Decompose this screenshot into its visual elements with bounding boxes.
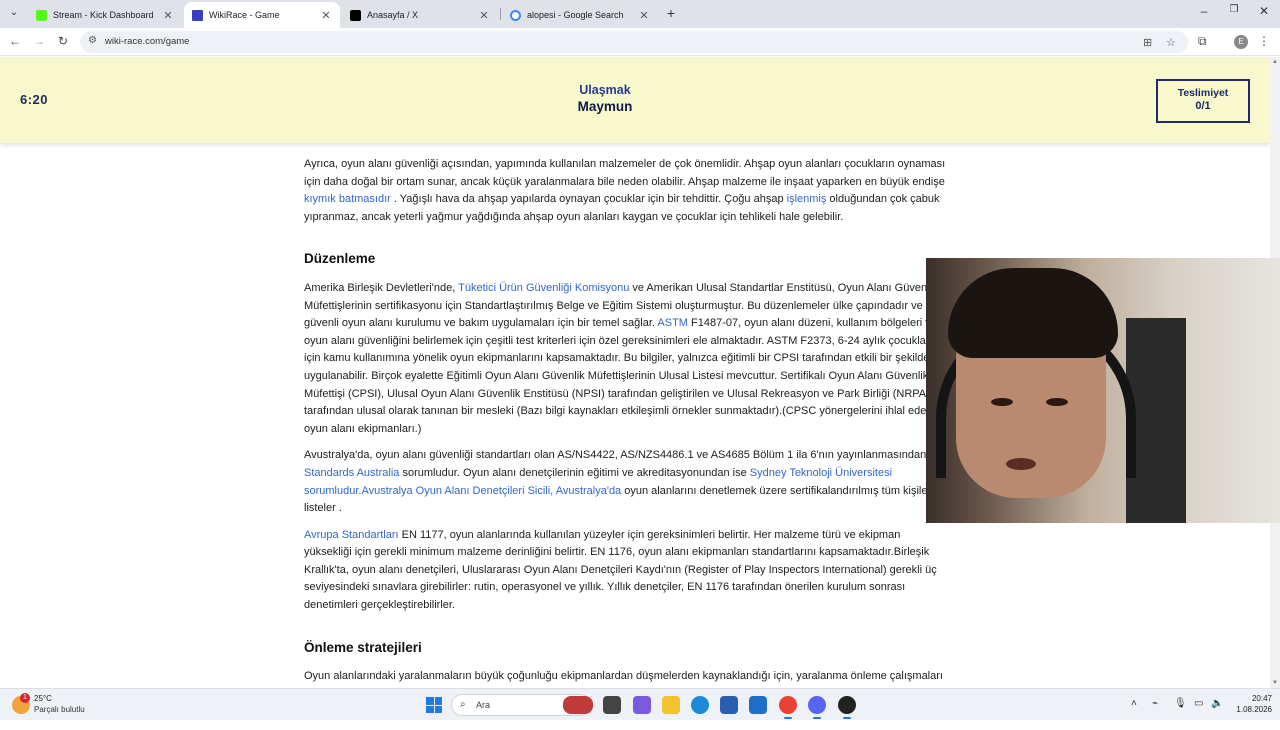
target-label: Ulaşmak (579, 83, 631, 97)
webcam-hair (948, 268, 1118, 358)
clock-time[interactable]: 20:47 (1240, 694, 1272, 703)
back-arrow-icon[interactable]: ← (7, 34, 23, 48)
surrender-count: 0/1 (1195, 100, 1211, 112)
obs-icon[interactable] (838, 696, 856, 719)
text: F1487-07, oyun alanı düzeni, kullanım bö… (304, 317, 937, 435)
game-timer: 6:20 (20, 92, 49, 107)
tab-title: alopesi - Google Search (527, 10, 624, 20)
x-icon (350, 9, 361, 21)
chrome-icon[interactable] (779, 696, 797, 719)
browser-toolbar: ← → ↻ ⚙ wiki-race.com/game ⊞ ☆ (0, 28, 1280, 56)
start-windows-icon[interactable] (426, 697, 442, 713)
paragraph-europe: Avrupa Standartları EN 1177, oyun alanla… (304, 527, 946, 615)
edge-icon[interactable] (691, 696, 709, 714)
copilot-icon[interactable] (633, 696, 651, 714)
target-article: Maymun (577, 99, 633, 114)
weather-description[interactable]: Parçalı bulutlu (34, 705, 85, 714)
link-cpsc[interactable]: Tüketici Ürün Güvenliği Komisyonu (458, 282, 629, 294)
restore-icon[interactable]: ❐ (1224, 4, 1244, 15)
text: . Yağışlı hava da ahşap yapılarda oynaya… (390, 193, 787, 206)
tab-google-search[interactable]: alopesi - Google Search ✕ (502, 2, 658, 28)
notification-badge: 1 (20, 693, 30, 703)
google-icon (510, 9, 521, 21)
close-icon[interactable]: ✕ (638, 9, 650, 22)
close-icon[interactable]: ✕ (320, 9, 332, 22)
task-view-icon[interactable] (603, 696, 621, 714)
tab-x-home[interactable]: Anasayfa / X ✕ (342, 2, 498, 28)
tab-title: WikiRace - Game (209, 10, 280, 20)
outlook-icon[interactable] (749, 696, 767, 714)
close-icon[interactable]: ✕ (162, 9, 174, 22)
clock-date[interactable]: 1.08.2026 (1226, 705, 1272, 714)
profile-avatar[interactable]: E (1234, 35, 1248, 49)
search-icon: ⌕ (460, 699, 466, 710)
kick-icon (36, 9, 47, 21)
address-bar[interactable]: ⚙ wiki-race.com/game ⊞ ☆ (80, 31, 1188, 53)
text: Ayrıca, oyun alanı güvenliği açısından, … (304, 158, 946, 188)
taskbar: 1 25°C Parçalı bulutlu ⌕ Ara ˄ ⌁ 🎙 ▭ 🔈 2… (0, 688, 1280, 720)
section-heading-regulation: Düzenleme (304, 251, 376, 267)
section-heading-prevention: Önleme stratejileri (304, 639, 422, 655)
window-close-icon[interactable]: ✕ (1254, 4, 1274, 18)
network-icon[interactable]: ⌁ (1152, 698, 1158, 709)
bookmark-star-icon[interactable]: ☆ (1166, 36, 1176, 49)
surrender-button[interactable]: Teslimiyet 0/1 (1156, 79, 1250, 123)
target-box: Ulaşmak Maymun (505, 83, 705, 114)
webcam-eye (1046, 398, 1068, 406)
webcam-mouth (1006, 458, 1036, 470)
text: EN 1177, oyun alanlarında kullanılan yüz… (304, 528, 937, 612)
text: sorumludur. Oyun alanı denetçilerinin eğ… (399, 466, 750, 479)
paragraph-materials: Ayrıca, oyun alanı güvenliği açısından, … (304, 156, 946, 226)
tab-title: Stream - Kick Dashboard (53, 10, 154, 20)
tab-title: Anasayfa / X (367, 10, 419, 20)
paragraph-usa: Amerika Birleşik Devletleri'nde, Tüketic… (304, 280, 946, 438)
scroll-down-icon[interactable]: ▼ (1272, 680, 1278, 686)
extensions-puzzle-icon[interactable]: ⧉ (1198, 34, 1207, 49)
browser-tab-strip: ⌄ Stream - Kick Dashboard ✕ WikiRace - G… (0, 0, 1280, 28)
webcam-overlay (926, 258, 1280, 523)
store-icon[interactable] (720, 696, 738, 714)
forward-arrow-icon[interactable]: → (31, 34, 47, 48)
tab-search-chevron-icon[interactable]: ⌄ (6, 5, 22, 21)
translate-icon[interactable]: ⊞ (1143, 36, 1152, 49)
scroll-up-icon[interactable]: ▲ (1272, 59, 1278, 65)
search-highlight-icon[interactable] (563, 696, 593, 714)
tab-divider (500, 8, 501, 20)
webcam-eye (991, 398, 1013, 406)
browser-menu-icon[interactable]: ⋮ (1258, 34, 1270, 48)
minimize-icon[interactable]: – (1194, 4, 1214, 18)
reload-icon[interactable]: ↻ (55, 34, 71, 48)
tab-kick-dashboard[interactable]: Stream - Kick Dashboard ✕ (28, 2, 182, 28)
site-info-icon[interactable]: ⚙ (88, 35, 97, 46)
microphone-icon[interactable]: 🎙 (1174, 698, 1187, 709)
file-explorer-icon[interactable] (662, 696, 680, 714)
text: Avustralya'da, oyun alanı güvenliği stan… (304, 449, 927, 462)
surrender-label: Teslimiyet (1177, 87, 1229, 99)
paragraph-australia: Avustralya'da, oyun alanı güvenliği stan… (304, 447, 946, 517)
link-islenmis[interactable]: işlenmiş (787, 193, 827, 205)
weather-temperature[interactable]: 25°C (34, 694, 52, 703)
search-placeholder: Ara (476, 700, 491, 710)
game-header: 6:20 Ulaşmak Maymun Teslimiyet 0/1 (0, 57, 1270, 143)
display-icon[interactable]: ▭ (1194, 698, 1203, 709)
text: Amerika Birleşik Devletleri'nde, (304, 281, 459, 294)
address-url[interactable]: wiki-race.com/game (105, 36, 189, 47)
tray-expand-icon[interactable]: ˄ (1131, 698, 1137, 709)
wikirace-icon (192, 9, 203, 21)
link-astm[interactable]: ASTM (657, 317, 688, 329)
volume-icon[interactable]: 🔈 (1211, 698, 1223, 709)
link-standards-australia[interactable]: Standards Australia (304, 467, 399, 479)
link-kiymik[interactable]: kıymık batmasıdır (304, 193, 391, 205)
discord-icon[interactable] (808, 696, 826, 719)
new-tab-plus-icon[interactable]: + (664, 5, 678, 21)
close-icon[interactable]: ✕ (478, 9, 490, 22)
tab-wikirace-game[interactable]: WikiRace - Game ✕ (184, 2, 340, 28)
link-european-standards[interactable]: Avrupa Standartları (304, 529, 399, 541)
article-body: Ayrıca, oyun alanı güvenliği açısından, … (304, 156, 946, 730)
